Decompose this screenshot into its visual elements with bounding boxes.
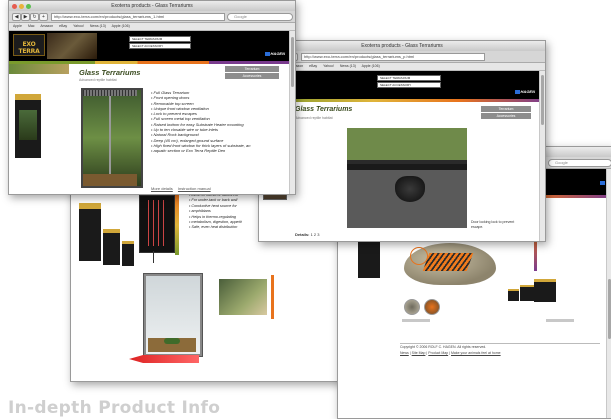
color-stripe-vertical	[175, 195, 179, 255]
select-terrarium[interactable]: SELECT TERRARIUM	[377, 75, 441, 81]
back-button[interactable]: ◀	[12, 13, 21, 21]
feature-list: Full Glass Terrarium Front opening doors…	[151, 90, 251, 154]
sidebar-button-terrarium[interactable]: Terrarium	[481, 106, 531, 112]
title-bar: Exoterra products - Glass Terrariums	[259, 41, 545, 51]
lizard-photo	[219, 279, 267, 315]
hagen-logo: HAGEN	[264, 51, 285, 56]
gray-bar-right	[546, 319, 574, 322]
header-photo	[47, 33, 97, 59]
section-heading: In-depth Product Info	[8, 398, 221, 418]
bookmark-item[interactable]: Apple (106)	[112, 24, 130, 28]
scrollbar[interactable]	[289, 31, 295, 194]
terrarium-with-mat-image	[143, 273, 203, 357]
hagen-logo: HAGEN	[514, 89, 535, 94]
heat-mat-image	[139, 195, 175, 253]
details-pager: Details: 1 2 3	[295, 232, 319, 237]
scrollbar[interactable]	[606, 169, 611, 418]
page-subtitle: Advanced reptile habitat	[295, 116, 333, 120]
title-bar: Exoterra products - Glass Terrariums	[9, 1, 295, 11]
more-details-link[interactable]: More details	[151, 186, 173, 191]
feature-item: aquatic section or Exo Terra Reptile Den	[151, 148, 250, 153]
orange-bar	[271, 275, 274, 319]
footer-divider	[400, 343, 600, 344]
bookmark-item[interactable]: Yahoo!	[323, 64, 334, 68]
reload-button[interactable]: ↻	[30, 13, 39, 21]
lizard-banner	[9, 64, 69, 74]
bookmark-item[interactable]: News (13)	[90, 24, 106, 28]
browser-toolbar: ◀ ▶ ↻ + http://www.exo-terra.com/en/prod…	[259, 51, 545, 63]
add-button[interactable]: +	[39, 13, 48, 21]
scrollbar[interactable]	[539, 71, 545, 241]
address-bar[interactable]: http://www.exo-terra.com/en/products/gla…	[51, 13, 225, 21]
terrarium-photo	[81, 88, 143, 188]
heat-mat-cable	[153, 251, 154, 263]
window-title: Exoterra products - Glass Terrariums	[361, 43, 443, 49]
bookmark-item[interactable]: Apple	[13, 24, 22, 28]
product-box-medium	[103, 229, 120, 265]
search-box[interactable]: Google	[227, 13, 293, 21]
page-title: Glass Terrariums	[295, 106, 353, 113]
browser-toolbar: ◀ ▶ ↻ + http://www.exo-terra.com/en/prod…	[9, 11, 295, 23]
footer-link-productmap[interactable]: Product Map	[428, 351, 448, 355]
detail-circle-1	[404, 299, 420, 315]
den-package-large	[534, 279, 556, 302]
gray-bar-left	[402, 319, 430, 322]
instruction-manual-link[interactable]: Instruction manual	[178, 186, 211, 191]
copyright-text: Copyright © 2006 ROLF C. HAGEN. All righ…	[400, 345, 487, 349]
scrollbar-thumb[interactable]	[541, 75, 544, 125]
content-area: Glass Terrariums Advanced reptile habita…	[9, 64, 295, 194]
detail-circle-2	[424, 299, 440, 315]
bookmark-item[interactable]: Amazon	[40, 24, 53, 28]
product-detail-photo	[347, 128, 467, 228]
forward-button[interactable]: ▶	[21, 13, 30, 21]
sidebar-button-accessories[interactable]: Accessories	[225, 73, 279, 79]
bookmark-item[interactable]: News (13)	[340, 64, 356, 68]
site-header: EXO TERRA SELECT TERRARIUM SELECT ACCESS…	[9, 31, 295, 61]
product-box-image	[15, 94, 41, 158]
page-subtitle: Advanced reptile habitat	[79, 78, 117, 82]
bookmark-item[interactable]: Apple (106)	[362, 64, 380, 68]
bookmark-item[interactable]: Yahoo!	[73, 24, 84, 28]
bookmarks-bar: Apple Mac Amazon eBay Yahoo! News (13) A…	[259, 63, 545, 71]
bookmark-item[interactable]: Mac	[28, 24, 35, 28]
page-title: Glass Terrariums	[79, 68, 141, 77]
den-package-medium	[520, 285, 534, 301]
site-header: SELECT TERRARIUM SELECT ACCESSORY HAGEN	[259, 71, 545, 99]
den-package-small	[508, 289, 519, 301]
select-accessory[interactable]: SELECT ACCESSORY	[129, 43, 191, 49]
footer-links: News | Site Map | Product Map | Make you…	[400, 351, 501, 355]
footer-link-sitemap[interactable]: Site Map	[412, 351, 426, 355]
scrollbar-thumb[interactable]	[291, 37, 294, 87]
browser-window-glass-terrariums[interactable]: Exoterra products - Glass Terrariums ◀ ▶…	[8, 0, 296, 195]
content-area: Glass Terrariums Advanced reptile habita…	[259, 102, 545, 241]
exo-terra-logo[interactable]: EXO TERRA	[13, 34, 45, 56]
browser-window-gallery[interactable]: Exoterra products - Glass Terrariums ◀ ▶…	[258, 40, 546, 242]
orange-callout-circle	[410, 247, 428, 265]
select-terrarium[interactable]: SELECT TERRARIUM	[129, 36, 191, 42]
bookmark-item[interactable]: eBay	[59, 24, 67, 28]
footer-link-home[interactable]: Make your animals feel at home	[451, 351, 501, 355]
select-accessory[interactable]: SELECT ACCESSORY	[377, 82, 441, 88]
product-box-large	[79, 203, 101, 261]
window-title: Exoterra products - Glass Terrariums	[111, 3, 193, 9]
feature-item: Safe, even heat distribution	[189, 225, 242, 230]
bookmark-item[interactable]: eBay	[309, 64, 317, 68]
sidebar-button-accessories[interactable]: Accessories	[481, 113, 531, 119]
search-box[interactable]: Google	[548, 159, 611, 167]
feature-list: Ideal for humid or rainforest For under-…	[189, 193, 242, 231]
photo-caption: Door locking lock to prevent escape.	[471, 220, 515, 229]
red-arrow-graphic	[129, 355, 199, 363]
details-label: Details:	[295, 232, 310, 237]
product-links: More details Instruction manual	[151, 186, 215, 191]
page-links[interactable]: 1 2 3	[311, 232, 320, 237]
bookmarks-bar: Apple Mac Amazon eBay Yahoo! News (13) A…	[9, 23, 295, 31]
footer-link-news[interactable]: News	[400, 351, 409, 355]
sidebar-button-terrarium[interactable]: Terrarium	[225, 66, 279, 72]
address-bar[interactable]: http://www.exo-terra.com/en/products/gla…	[301, 53, 485, 61]
product-box-small	[122, 241, 134, 266]
